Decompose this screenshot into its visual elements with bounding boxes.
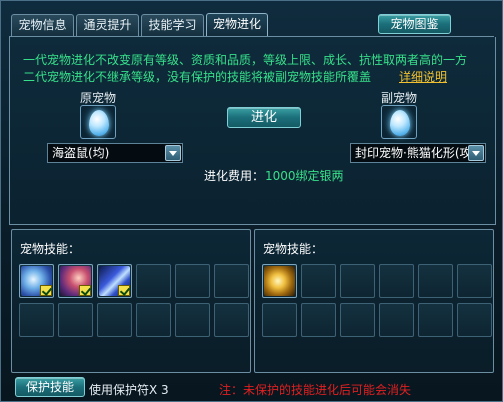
skill-slot[interactable] (58, 264, 93, 298)
evolution-cost-value: 1000绑定银两 (265, 169, 344, 183)
warning-text: 注：未保护的技能进化后可能会消失 (219, 383, 412, 397)
original-pet-label: 原宠物 (80, 91, 117, 105)
info-line-second-gen: 二代宠物进化不继承等级，没有保护的技能将被副宠物技能所覆盖 (23, 70, 372, 84)
skill-slot[interactable] (418, 264, 453, 298)
skills-title: 宠物技能： (263, 242, 324, 256)
skill-slot[interactable] (457, 264, 492, 298)
pet-atlas-button[interactable]: 宠物图鉴 (378, 14, 451, 34)
skill-slot[interactable] (214, 264, 249, 298)
protect-charm-count: 使用保护符X 3 (89, 383, 169, 397)
blue-egg-icon (390, 110, 410, 136)
skill-slot[interactable] (58, 303, 93, 337)
skill-slot[interactable] (379, 303, 414, 337)
skill-slot[interactable] (379, 264, 414, 298)
secondary-pet-slot[interactable] (381, 105, 417, 139)
protected-check-icon (79, 285, 91, 296)
skill-slot[interactable] (262, 264, 297, 298)
skill-slot[interactable] (19, 303, 54, 337)
skill-slot[interactable] (97, 264, 132, 298)
skills-title: 宠物技能： (20, 242, 81, 256)
original-pet-dropdown[interactable]: 海盗鼠(均) (47, 143, 183, 163)
original-pet-slot[interactable] (80, 105, 116, 139)
secondary-pet-selected: 封印宠物·熊猫化形(攻) (355, 146, 477, 160)
info-line-first-gen: 一代宠物进化不改变原有等级、资质和品质，等级上限、成长、抗性取两者高的一方 (23, 53, 468, 67)
secondary-pet-skills-panel: 宠物技能： (254, 229, 494, 373)
original-pet-skills-panel: 宠物技能： (11, 229, 251, 373)
evolve-button[interactable]: 进化 (227, 107, 301, 128)
skill-slot[interactable] (340, 303, 375, 337)
secondary-pet-dropdown[interactable]: 封印宠物·熊猫化形(攻) (350, 143, 486, 163)
skill-slot[interactable] (262, 303, 297, 337)
blue-egg-icon (89, 110, 109, 136)
protect-skill-button[interactable]: 保护技能 (15, 377, 85, 397)
tab-pet-info[interactable]: 宠物信息 (11, 14, 74, 36)
skill-slot[interactable] (97, 303, 132, 337)
tab-skill-learning[interactable]: 技能学习 (141, 14, 204, 36)
skill-slot[interactable] (214, 303, 249, 337)
skill-slot[interactable] (340, 264, 375, 298)
skill-slot[interactable] (175, 303, 210, 337)
detail-link[interactable]: 详细说明 (399, 68, 447, 85)
skill-slot[interactable] (301, 303, 336, 337)
skill-slot[interactable] (457, 303, 492, 337)
tab-pet-evolution[interactable]: 宠物进化 (206, 13, 268, 37)
secondary-pet-label: 副宠物 (381, 91, 418, 105)
skill-slot[interactable] (136, 264, 171, 298)
skill-slot[interactable] (418, 303, 453, 337)
skill-slot[interactable] (19, 264, 54, 298)
evolution-cost-label: 进化费用： (204, 169, 265, 183)
original-pet-selected: 海盗鼠(均) (52, 146, 110, 160)
tab-spirit-upgrade[interactable]: 通灵提升 (76, 14, 139, 36)
protected-check-icon (40, 285, 52, 296)
pet-evolution-window: 宠物信息 通灵提升 技能学习 宠物进化 宠物图鉴 一代宠物进化不改变原有等级、资… (0, 0, 503, 402)
chevron-down-icon[interactable] (468, 145, 484, 161)
chevron-down-icon[interactable] (165, 145, 181, 161)
skill-slot[interactable] (136, 303, 171, 337)
protected-check-icon (118, 285, 130, 296)
skill-slot[interactable] (301, 264, 336, 298)
skill-slot[interactable] (175, 264, 210, 298)
golden-burst-skill-icon (264, 266, 295, 296)
